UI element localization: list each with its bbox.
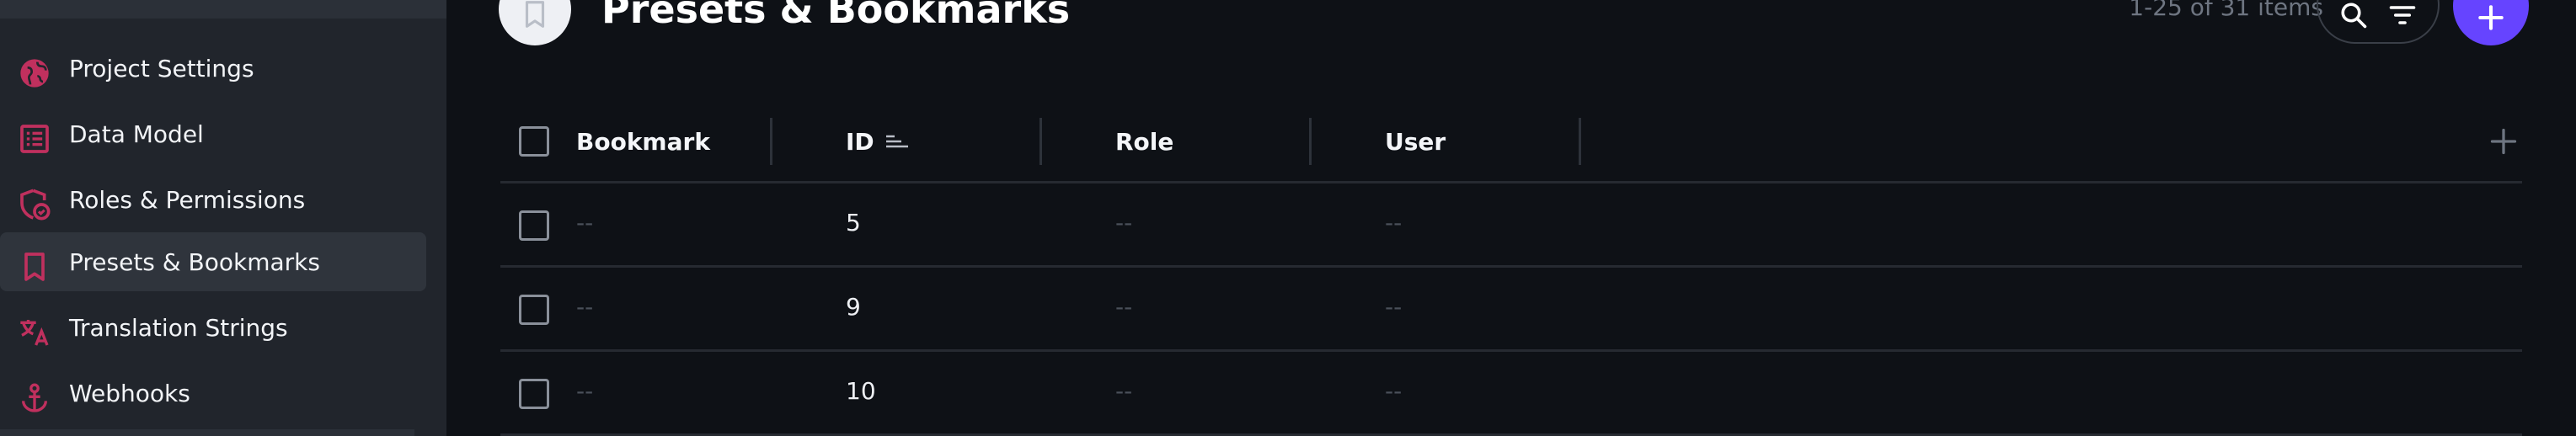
translate-icon	[17, 315, 52, 350]
column-header-bookmark[interactable]: Bookmark	[576, 113, 710, 170]
main-content: Presets & Bookmarks 1-25 of 31 items Boo…	[446, 0, 2576, 436]
anchor-icon	[17, 380, 52, 416]
sidebar-item-label: Presets & Bookmarks	[69, 247, 320, 276]
sidebar-item-label: Translation Strings	[69, 313, 288, 342]
sort-ascending-icon[interactable]	[884, 131, 910, 152]
table-row[interactable]: -- 9 -- --	[500, 268, 2522, 352]
column-header-label: Bookmark	[576, 127, 710, 156]
cell-role: --	[1115, 209, 1133, 237]
table-row[interactable]: -- 5 -- --	[500, 183, 2522, 268]
table-row[interactable]: -- 10 -- --	[500, 352, 2522, 436]
add-column-icon[interactable]	[2488, 126, 2519, 157]
column-header-label: User	[1385, 127, 1446, 156]
search-filter-pill[interactable]	[2317, 0, 2440, 44]
cell-user: --	[1385, 293, 1403, 321]
cell-bookmark: --	[576, 377, 594, 405]
cell-role: --	[1115, 293, 1133, 321]
cell-id: 5	[846, 209, 861, 237]
filter-icon[interactable]	[2387, 0, 2418, 34]
table-header: Bookmark ID Role User	[500, 113, 2522, 183]
sidebar-bottom-section	[0, 429, 414, 436]
sidebar-item-label: Project Settings	[69, 54, 254, 82]
app-window: Project Settings Data Model Roles & Perm…	[0, 0, 2576, 436]
presets-table: Bookmark ID Role User -- 5 -- -- -- 9 --…	[500, 113, 2522, 436]
select-all-checkbox[interactable]	[519, 126, 549, 157]
sidebar-item-roles-permissions[interactable]: Roles & Permissions	[0, 170, 426, 229]
column-resize-handle[interactable]	[1309, 118, 1312, 165]
sidebar-item-translation-strings[interactable]: Translation Strings	[0, 298, 426, 357]
sidebar-item-label: Roles & Permissions	[69, 185, 306, 214]
list-box-icon	[17, 121, 52, 157]
column-header-label: Role	[1115, 127, 1174, 156]
row-checkbox[interactable]	[519, 210, 549, 241]
globe-icon	[17, 56, 52, 91]
column-header-id[interactable]: ID	[846, 113, 910, 170]
sidebar-item-presets-bookmarks[interactable]: Presets & Bookmarks	[0, 232, 426, 291]
cell-role: --	[1115, 377, 1133, 405]
row-checkbox[interactable]	[519, 295, 549, 325]
title-bookmark-icon	[499, 0, 571, 45]
cell-id: 10	[846, 377, 876, 405]
add-preset-button[interactable]	[2453, 0, 2529, 45]
column-header-user[interactable]: User	[1385, 113, 1446, 170]
column-resize-handle[interactable]	[1039, 118, 1042, 165]
settings-sidebar: Project Settings Data Model Roles & Perm…	[0, 0, 446, 436]
shield-badge-icon	[17, 187, 52, 222]
column-header-role[interactable]: Role	[1115, 113, 1173, 170]
page-title: Presets & Bookmarks	[601, 0, 1071, 32]
cell-bookmark: --	[576, 293, 594, 321]
sidebar-item-project-settings[interactable]: Project Settings	[0, 39, 426, 98]
pagination-count: 1-25 of 31 items	[2129, 0, 2323, 21]
plus-icon	[2478, 5, 2504, 30]
row-checkbox[interactable]	[519, 379, 549, 409]
cell-user: --	[1385, 209, 1403, 237]
sidebar-item-webhooks[interactable]: Webhooks	[0, 364, 426, 423]
cell-id: 9	[846, 293, 861, 321]
column-resize-handle[interactable]	[1579, 118, 1581, 165]
column-header-label: ID	[846, 127, 874, 156]
sidebar-item-label: Data Model	[69, 120, 204, 148]
column-resize-handle[interactable]	[770, 118, 772, 165]
cell-user: --	[1385, 377, 1403, 405]
cell-bookmark: --	[576, 209, 594, 237]
search-icon[interactable]	[2338, 0, 2369, 34]
sidebar-item-label: Webhooks	[69, 379, 190, 407]
bookmark-icon	[17, 249, 52, 284]
sidebar-top-section	[0, 0, 446, 19]
sidebar-item-data-model[interactable]: Data Model	[0, 104, 426, 163]
